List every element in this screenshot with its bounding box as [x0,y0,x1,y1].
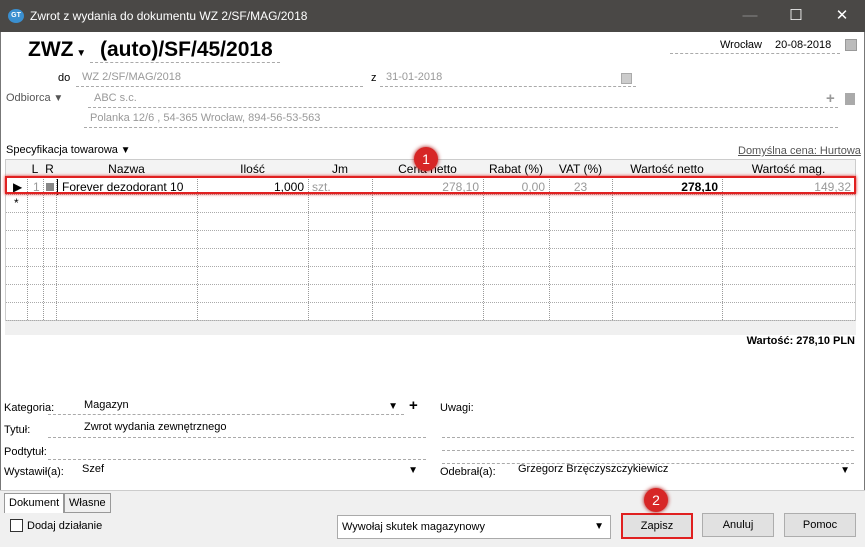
pomoc-button[interactable]: Pomoc [784,513,856,537]
col-header-wartosc-mag[interactable]: Wartość mag. [722,162,855,176]
dodaj-label: Dodaj działanie [27,520,103,532]
annotation-badge-2: 2 [644,488,668,512]
wystawil-label: Wystawił(a): [4,466,64,478]
grid-footer [5,321,856,335]
do-label: do [58,72,71,84]
kategoria-label: Kategoria: [4,402,55,414]
spec-dropdown[interactable]: Specyfikacja towarowa ▼ [6,144,131,156]
customer-address-field: Polanka 12/6 , 54-365 Wrocław, 894-56-53… [84,112,838,128]
minimize-button[interactable]: — [727,0,773,32]
doc-number: (auto)/SF/45/2018 [100,38,273,61]
app-logo-icon: GT [8,9,24,23]
col-header-vat[interactable]: VAT (%) [549,162,612,176]
uwagi-field[interactable] [442,424,854,438]
tab-dokument[interactable]: Dokument [4,493,65,513]
customer-name-field[interactable]: ABC s.c. [88,92,838,108]
tytul-field[interactable]: Zwrot wydania zewnętrznego [48,421,426,438]
col-header-rabat[interactable]: Rabat (%) [483,162,549,176]
close-button[interactable]: ✕ [819,0,865,32]
podtytul-label: Podtytuł: [4,446,47,458]
city: Wrocław [720,39,762,51]
calendar-icon[interactable] [621,73,632,84]
add-customer-icon[interactable]: + [826,90,835,107]
date-field[interactable]: Wrocław 20-08-2018 [670,38,840,54]
default-price-link[interactable]: Domyślna cena: Hurtowa [738,145,861,157]
tab-wlasne[interactable]: Własne [64,493,111,513]
uwagi-field-line[interactable] [442,438,854,451]
col-header-r[interactable]: R [43,162,56,176]
podtytul-field[interactable] [48,443,426,460]
zapisz-button[interactable]: Zapisz [621,513,693,539]
kategoria-select[interactable]: Magazyn ▼ [48,399,404,415]
add-category-icon[interactable]: + [409,397,418,414]
doc-type-dropdown[interactable]: ZWZ ▼ [28,38,86,62]
title-bar: GT Zwrot z wydania do dokumentu WZ 2/SF/… [0,0,865,32]
source-date-field[interactable]: 31-01-2018 [380,71,636,87]
maximize-button[interactable]: ☐ [773,0,819,32]
tytul-label: Tytuł: [4,424,31,436]
col-header-ilosc[interactable]: Ilość [197,162,308,176]
dodaj-checkbox[interactable] [10,519,23,532]
divider [90,62,280,63]
skutek-select[interactable]: Wywołaj skutek magazynowy ▼ [337,515,611,539]
annotation-badge-1: 1 [414,147,438,171]
source-doc-field[interactable]: WZ 2/SF/MAG/2018 [76,71,363,87]
col-header-nazwa[interactable]: Nazwa [56,162,197,176]
odebral-label: Odebrał(a): [440,466,496,478]
window-title: Zwrot z wydania do dokumentu WZ 2/SF/MAG… [30,9,308,23]
total-value: Wartość: 278,10 PLN [746,335,855,347]
col-header-jm[interactable]: Jm [308,162,372,176]
odebral-select[interactable]: Grzegorz Brzęczyszczykiewicz ▼ [512,463,854,480]
date: 20-08-2018 [775,39,832,51]
wystawil-select[interactable]: Szef ▼ [76,463,426,480]
new-row-marker[interactable]: * [10,195,23,211]
uwagi-label: Uwagi: [440,402,474,414]
odbiorca-dropdown[interactable]: Odbiorca ▼ [6,92,63,104]
col-header-wartosc-netto[interactable]: Wartość netto [612,162,722,176]
calendar-icon[interactable] [845,39,857,51]
col-header-l[interactable]: L [27,162,43,176]
z-label: z [371,72,377,84]
customer-card-icon[interactable] [845,93,855,105]
highlight-box [5,176,856,194]
anuluj-button[interactable]: Anuluj [702,513,774,537]
